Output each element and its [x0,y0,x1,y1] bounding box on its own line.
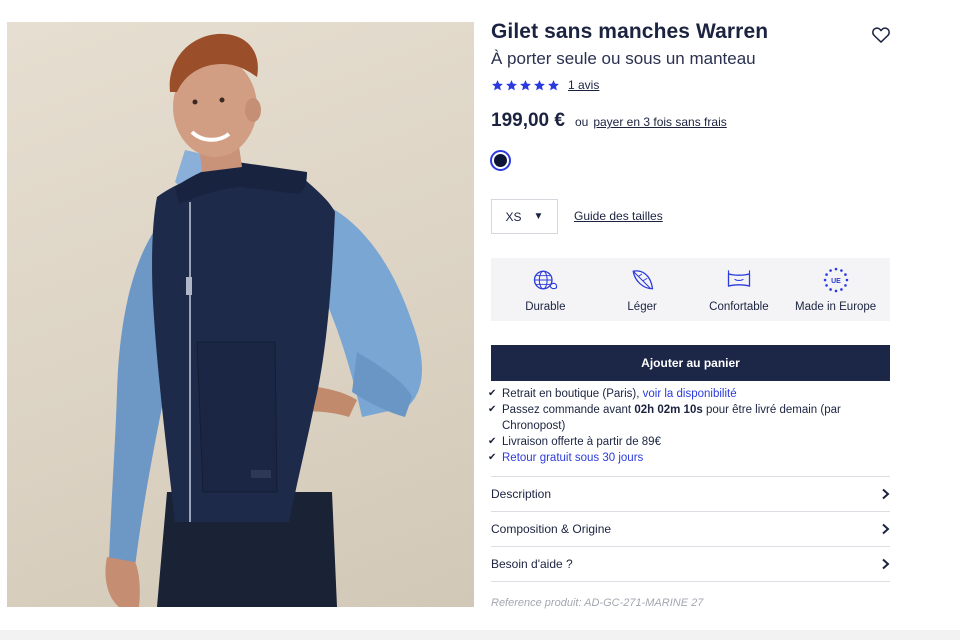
star-icon [492,79,503,90]
feather-icon [632,270,654,290]
wishlist-button[interactable] [871,25,891,45]
price-row: 199,00 € ou payer en 3 fois sans frais [491,110,727,132]
heart-icon [872,27,890,43]
accordion-composition[interactable]: Composition & Origine [491,512,890,547]
color-swatch-marine[interactable] [490,150,511,171]
price: 199,00 € [491,110,565,131]
check-icon: ✔ [488,404,497,415]
feature-label: Durable [525,301,566,313]
price-or-text: ou [574,115,589,129]
product-reference: Reference produit: AD-GC-271-MARINE 27 [491,597,704,609]
size-guide-link[interactable]: Guide des tailles [574,209,663,223]
accordion-description[interactable]: Description [491,477,890,512]
delivery-before-text: Passez commande avant [502,404,632,416]
add-to-cart-button[interactable]: Ajouter au panier [491,345,890,381]
product-title: Gilet sans manches Warren [491,20,769,43]
check-icon: ✔ [488,452,497,463]
free-returns-link[interactable]: Retour gratuit sous 30 jours [502,450,888,466]
accordion-label: Composition & Origine [491,522,612,536]
accordion-help[interactable]: Besoin d'aide ? [491,547,890,582]
product-image[interactable] [7,22,474,607]
perk-returns: ✔ Retour gratuit sous 30 jours [488,450,888,466]
size-value: XS [505,209,522,224]
rating: 1 avis [491,78,599,92]
feature-leger: Léger [595,266,690,313]
availability-link[interactable]: voir la disponibilité [643,388,737,400]
accordion-label: Besoin d'aide ? [491,557,573,571]
perk-pickup: ✔ Retrait en boutique (Paris), voir la d… [488,386,888,402]
reviews-link[interactable]: 1 avis [568,78,599,92]
chevron-right-icon [882,488,890,500]
swatch-color-fill [494,154,507,167]
delivery-countdown: 02h 02m 10s [634,404,703,416]
eu-stars-icon: UE [823,267,848,293]
page-bottom-band [0,630,960,640]
perk-free-shipping: ✔ Livraison offerte à partir de 89€ [488,434,888,450]
feature-label: Made in Europe [795,301,877,313]
accordion-label: Description [491,487,552,501]
cushion-icon [727,270,751,287]
globe-leaf-icon [534,270,558,290]
check-icon: ✔ [488,388,497,399]
features-strip: Durable Léger Confortable UE Made in Eur… [491,258,890,321]
product-subtitle: À porter seule ou sous un manteau [491,49,756,68]
feature-label: Confortable [709,301,769,313]
feature-made-in-europe: UE Made in Europe [788,266,883,313]
feature-confortable: Confortable [691,266,786,313]
star-icon [534,79,545,90]
svg-text:UE: UE [831,278,841,285]
chevron-right-icon [882,558,890,570]
perk-delivery: ✔ Passez commande avant 02h 02m 10s pour… [488,402,888,434]
installment-link[interactable]: payer en 3 fois sans frais [593,115,726,129]
perk-text: Retrait en boutique (Paris), voir la dis… [502,386,888,402]
perk-text: Passez commande avant 02h 02m 10s pour ê… [502,402,888,434]
free-shipping-text: Livraison offerte à partir de 89€ [502,436,661,448]
star-icon [548,79,559,90]
size-select[interactable]: XS ▼ [491,199,558,234]
star-icon [520,79,531,90]
check-icon: ✔ [488,436,497,447]
feature-label: Léger [627,301,657,313]
perks-list: ✔ Retrait en boutique (Paris), voir la d… [488,386,888,466]
chevron-right-icon [882,523,890,535]
product-accordion: Description Composition & Origine Besoin… [491,476,890,582]
star-icon [506,79,517,90]
feature-durable: Durable [498,266,593,313]
caret-down-icon: ▼ [533,211,544,222]
star-rating [491,79,560,92]
pickup-text: Retrait en boutique (Paris), [502,388,640,400]
